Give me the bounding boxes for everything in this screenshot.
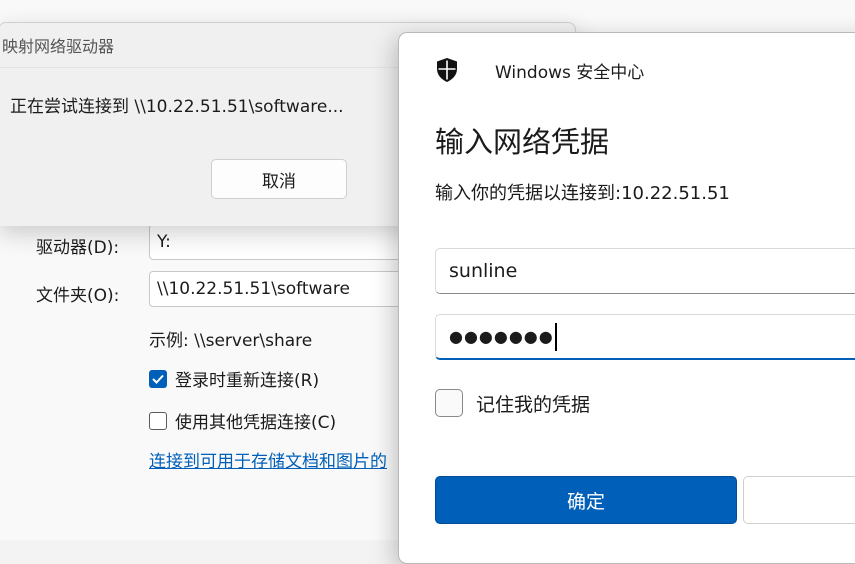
- remember-row[interactable]: 记住我的凭据: [435, 389, 590, 417]
- other-creds-checkbox-row[interactable]: 使用其他凭据连接(C): [149, 408, 336, 433]
- username-input[interactable]: sunline: [435, 248, 855, 294]
- password-input[interactable]: ●●●●●●●: [435, 314, 855, 360]
- security-heading: 输入网络凭据: [435, 125, 610, 159]
- folder-label: 文件夹(O):: [36, 286, 120, 306]
- connecting-dialog-title: 映射网络驱动器: [2, 37, 115, 56]
- text-caret: [554, 322, 557, 351]
- other-creds-checkbox[interactable]: [149, 411, 167, 430]
- checkmark-icon: [152, 374, 164, 384]
- password-mask: ●●●●●●●: [449, 327, 554, 346]
- security-subtitle: 输入你的凭据以连接到:10.22.51.51: [435, 183, 730, 204]
- windows-security-dialog: Windows 安全中心 输入网络凭据 输入你的凭据以连接到:10.22.51.…: [398, 32, 855, 564]
- drive-select[interactable]: Y:: [149, 224, 409, 260]
- connecting-message: 正在尝试连接到 \\10.22.51.51\software...: [10, 97, 344, 117]
- example-text: 示例: \\server\share: [149, 331, 313, 351]
- folder-input[interactable]: \\10.22.51.51\software: [149, 271, 409, 307]
- security-cancel-button[interactable]: [743, 476, 855, 524]
- security-app-title: Windows 安全中心: [495, 62, 645, 83]
- drive-label: 驱动器(D):: [36, 238, 120, 258]
- remember-checkbox[interactable]: [435, 389, 463, 417]
- other-creds-label: 使用其他凭据连接(C): [175, 413, 337, 433]
- reconnect-checkbox[interactable]: [149, 369, 167, 388]
- cancel-button[interactable]: 取消: [211, 159, 347, 199]
- reconnect-label: 登录时重新连接(R): [175, 371, 320, 391]
- shield-icon: [437, 58, 457, 82]
- ok-button[interactable]: 确定: [435, 476, 737, 524]
- username-value: sunline: [449, 260, 518, 282]
- remember-label: 记住我的凭据: [476, 393, 591, 416]
- storage-link[interactable]: 连接到可用于存储文档和图片的: [149, 447, 387, 472]
- reconnect-checkbox-row[interactable]: 登录时重新连接(R): [149, 366, 319, 391]
- security-header: Windows 安全中心: [435, 57, 644, 83]
